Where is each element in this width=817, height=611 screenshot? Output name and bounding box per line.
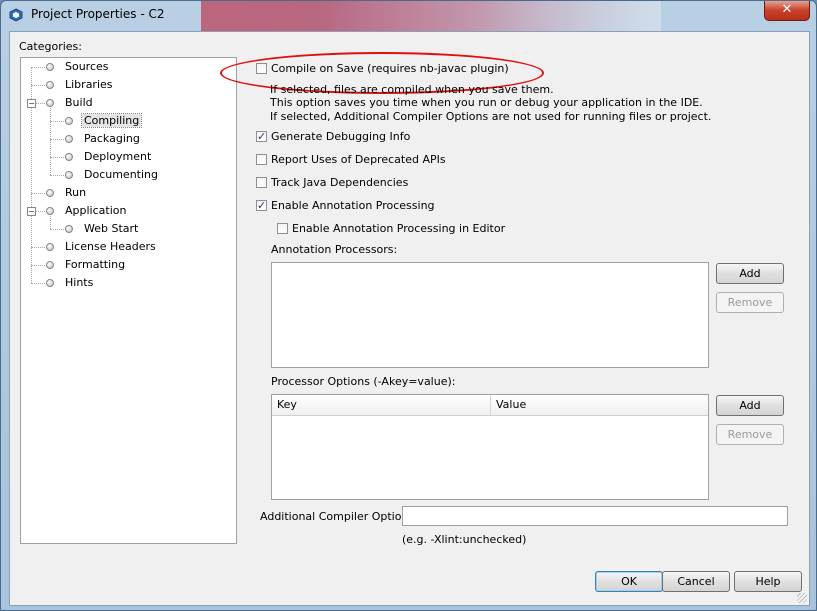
category-label: Deployment <box>84 150 152 163</box>
tree-connector <box>50 121 64 122</box>
annotation-processors-list[interactable] <box>271 262 709 368</box>
tree-node-icon <box>46 81 54 89</box>
tree-node-icon <box>46 243 54 251</box>
tree-connector <box>31 283 45 284</box>
remove-processor-button[interactable]: Remove <box>716 292 784 313</box>
cancel-button[interactable]: Cancel <box>662 571 730 592</box>
ok-button[interactable]: OK <box>595 571 663 592</box>
category-label: Hints <box>65 276 94 289</box>
track-dependencies-label: Track Java Dependencies <box>271 176 409 189</box>
category-label: Application <box>65 204 127 217</box>
remove-option-button[interactable]: Remove <box>716 424 784 445</box>
window-title: Project Properties - C2 <box>31 7 165 21</box>
category-label: Run <box>65 186 87 199</box>
compile-on-save-info-1: If selected, files are compiled when you… <box>270 83 554 96</box>
track-dependencies-checkbox[interactable] <box>256 177 267 188</box>
generate-debugging-label: Generate Debugging Info <box>271 130 411 143</box>
enable-annotation-editor-checkbox[interactable] <box>277 223 288 234</box>
netbeans-cube-icon <box>9 8 23 22</box>
additional-compiler-options-label: Additional Compiler Options: <box>260 510 418 523</box>
compile-on-save-info-3: If selected, Additional Compiler Options… <box>270 110 712 123</box>
category-item-hints[interactable]: Hints <box>63 275 95 291</box>
tree-connector <box>50 108 51 175</box>
tree-connector <box>31 265 45 266</box>
resize-grip[interactable] <box>797 593 807 603</box>
compile-on-save-info-2: This option saves you time when you run … <box>270 96 703 109</box>
tree-connector <box>31 247 45 248</box>
dialog-body: Categories: Sources Libraries − Build Compil… <box>9 31 810 606</box>
tree-node-icon <box>46 189 54 197</box>
close-button[interactable]: ✕ <box>764 1 810 21</box>
enable-annotation-checkbox[interactable] <box>256 198 267 214</box>
category-label: Build <box>65 96 93 109</box>
category-item-web-start[interactable]: Web Start <box>82 221 140 237</box>
tree-collapse-toggle[interactable]: − <box>27 207 36 216</box>
tree-connector <box>50 216 51 229</box>
category-label: License Headers <box>65 240 156 253</box>
tree-connector <box>31 85 45 86</box>
category-label: Compiling <box>80 113 143 128</box>
annotation-processors-label: Annotation Processors: <box>271 243 398 256</box>
category-label: Web Start <box>84 222 139 235</box>
tree-connector <box>50 175 64 176</box>
category-item-libraries[interactable]: Libraries <box>63 77 115 93</box>
tree-node-icon <box>65 117 73 125</box>
compile-on-save-checkbox[interactable] <box>256 63 267 74</box>
category-item-formatting[interactable]: Formatting <box>63 257 127 273</box>
category-item-license-headers[interactable]: License Headers <box>63 239 158 255</box>
category-label: Libraries <box>65 78 113 91</box>
tree-connector <box>50 139 64 140</box>
processor-options-table[interactable]: Key Value <box>271 394 709 500</box>
enable-annotation-editor-label: Enable Annotation Processing in Editor <box>292 222 506 235</box>
tree-node-icon <box>65 135 73 143</box>
tree-connector <box>31 67 45 68</box>
category-item-documenting[interactable]: Documenting <box>82 167 160 183</box>
category-item-compiling[interactable]: Compiling <box>80 113 143 129</box>
help-button[interactable]: Help <box>734 571 802 592</box>
column-header-value[interactable]: Value <box>491 395 526 415</box>
additional-compiler-options-input[interactable] <box>402 506 788 526</box>
compile-on-save-label: Compile on Save (requires nb-javac plugi… <box>271 62 509 75</box>
category-item-sources[interactable]: Sources <box>63 59 111 75</box>
tree-connector <box>31 193 45 194</box>
tree-connector <box>50 157 64 158</box>
tree-node-icon <box>46 279 54 287</box>
project-properties-dialog: Project Properties - C2 ✕ Categories: So… <box>0 0 817 611</box>
category-item-deployment[interactable]: Deployment <box>82 149 153 165</box>
category-item-run[interactable]: Run <box>63 185 88 201</box>
tree-collapse-toggle[interactable]: − <box>27 99 36 108</box>
processor-options-table-header: Key Value <box>272 395 708 416</box>
tree-node-icon <box>46 207 54 215</box>
category-item-packaging[interactable]: Packaging <box>82 131 142 147</box>
column-header-key[interactable]: Key <box>272 395 297 415</box>
generate-debugging-checkbox[interactable] <box>256 129 267 145</box>
enable-annotation-label: Enable Annotation Processing <box>271 199 435 212</box>
tree-node-icon <box>65 225 73 233</box>
category-item-application[interactable]: Application <box>63 203 128 219</box>
add-option-button[interactable]: Add <box>716 395 784 416</box>
categories-tree[interactable]: Sources Libraries − Build Compiling Packaging… <box>20 57 237 544</box>
tree-node-icon <box>46 261 54 269</box>
tree-node-icon <box>46 99 54 107</box>
title-bar-background-fade <box>321 1 661 31</box>
tree-connector <box>50 229 64 230</box>
add-processor-button[interactable]: Add <box>716 263 784 284</box>
processor-options-label: Processor Options (-Akey=value): <box>271 375 456 388</box>
report-deprecated-label: Report Uses of Deprecated APIs <box>271 153 446 166</box>
category-label: Packaging <box>84 132 140 145</box>
category-item-build[interactable]: Build <box>63 95 95 111</box>
report-deprecated-checkbox[interactable] <box>256 154 267 165</box>
categories-label: Categories: <box>19 40 82 53</box>
tree-node-icon <box>65 153 73 161</box>
tree-node-icon <box>46 63 54 71</box>
tree-node-icon <box>65 171 73 179</box>
additional-compiler-options-hint: (e.g. -Xlint:unchecked) <box>402 533 527 546</box>
category-label: Formatting <box>65 258 126 271</box>
category-label: Sources <box>65 60 109 73</box>
category-label: Documenting <box>84 168 158 181</box>
title-bar[interactable]: Project Properties - C2 ✕ <box>1 1 816 31</box>
